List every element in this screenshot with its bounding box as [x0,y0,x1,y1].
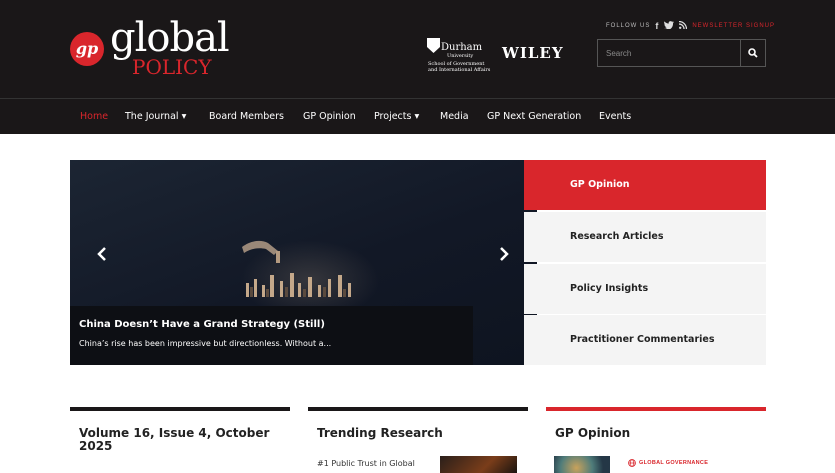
tab-label: GP Opinion [570,179,630,190]
tab-label: Practitioner Commentaries [570,334,715,345]
volume-card-title[interactable]: Volume 16, Issue 4, October 2025 [79,427,279,453]
nav-projects[interactable]: Projects ▾ [374,111,419,122]
hero-caption[interactable]: China Doesn’t Have a Grand Strategy (Sti… [70,306,473,365]
opinion-category-label: GLOBAL GOVERNANCE [639,460,709,466]
facebook-icon[interactable]: f [655,21,659,31]
rss-icon[interactable] [679,20,688,31]
nav-the-journal[interactable]: The Journal ▾ [125,111,186,122]
search-button[interactable] [741,40,765,66]
tab-label: Policy Insights [570,283,649,294]
nav-board-members[interactable]: Board Members [209,111,284,122]
tab-label: Research Articles [570,231,664,242]
tab-practitioner-commentaries[interactable]: Practitioner Commentaries [524,315,766,365]
durham-university-label: University [447,53,474,59]
durham-name: Durham [441,42,483,53]
twitter-icon[interactable] [664,21,675,31]
nav-home[interactable]: Home [80,111,108,122]
chevron-right-icon [500,247,509,261]
global-policy-logo[interactable]: gp global POLICY [68,15,230,80]
opinion-category-tag[interactable]: GLOBAL GOVERNANCE [628,459,708,467]
opinion-item-thumbnail[interactable] [554,456,610,473]
gp-logo-mark: gp [70,32,104,66]
search-input[interactable] [598,40,741,66]
trending-research-card: Trending Research #1 Public Trust in Glo… [308,407,528,473]
hero-article-description: China’s rise has been impressive but dir… [79,339,332,348]
logo-subword: POLICY [132,55,212,79]
durham-crest-icon [427,38,440,53]
follow-bar: FOLLOW US f NEWSLETTER SIGNUP [606,20,775,32]
site-header: gp global POLICY Durham University Schoo… [0,0,835,98]
durham-school-label: School of Government and International A… [428,61,508,73]
tab-research-articles[interactable]: Research Articles [524,212,766,262]
volume-card[interactable]: Volume 16, Issue 4, October 2025 [70,407,290,469]
hero-article-title[interactable]: China Doesn’t Have a Grand Strategy (Sti… [79,319,325,330]
chess-pieces-image [242,240,351,297]
carousel-next-button[interactable] [499,246,509,265]
nav-gp-next-generation[interactable]: GP Next Generation [487,111,581,122]
search-icon [748,48,758,58]
main-nav: Home The Journal ▾ Board Members GP Opin… [0,98,835,134]
carousel-prev-button[interactable] [97,246,107,265]
tab-gp-opinion[interactable]: GP Opinion [524,160,766,210]
nav-events[interactable]: Events [599,111,631,122]
trending-item-thumbnail[interactable] [440,456,517,473]
chevron-left-icon [97,247,106,261]
content-tabs: GP Opinion Research Articles Policy Insi… [524,160,766,365]
newsletter-signup-link[interactable]: NEWSLETTER SIGNUP [692,23,775,29]
nav-media[interactable]: Media [440,111,469,122]
opinion-card-title: GP Opinion [555,426,631,440]
wiley-logo[interactable]: WILEY [502,44,564,62]
hero-carousel[interactable]: China Doesn’t Have a Grand Strategy (Sti… [70,160,537,365]
globe-icon [628,459,636,467]
search-box [597,39,766,67]
durham-university-logo[interactable]: Durham University School of Government a… [427,38,497,86]
trending-card-title: Trending Research [317,426,443,440]
gp-opinion-card: GP Opinion GLOBAL GOVERNANCE [546,407,766,473]
durham-school-line-2: and International Affairs [428,67,491,73]
trending-item-1[interactable]: #1 Public Trust in Global [317,459,415,468]
follow-label: FOLLOW US [606,23,651,29]
tab-policy-insights[interactable]: Policy Insights [524,264,766,314]
nav-gp-opinion[interactable]: GP Opinion [303,111,356,122]
